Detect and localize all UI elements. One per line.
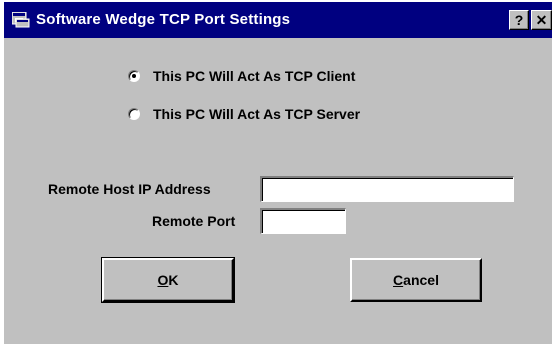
radio-label-server[interactable]: This PC Will Act As TCP Server <box>153 106 360 122</box>
radio-label-client[interactable]: This PC Will Act As TCP Client <box>153 68 355 84</box>
app-window-icon <box>11 11 30 28</box>
ok-label-rest: K <box>168 272 179 288</box>
cancel-label-rest: ancel <box>403 272 439 288</box>
help-icon[interactable]: ? <box>509 10 529 30</box>
radio-tcp-server[interactable]: This PC Will Act As TCP Server <box>128 104 360 124</box>
ok-button[interactable]: OK <box>101 257 235 303</box>
ok-mnemonic: O <box>157 272 169 288</box>
cancel-button[interactable]: Cancel <box>350 258 482 302</box>
remote-host-label: Remote Host IP Address <box>48 181 211 197</box>
title-bar: Software Wedge TCP Port Settings ? ✕ <box>4 2 552 38</box>
radio-tcp-client[interactable]: This PC Will Act As TCP Client <box>128 66 355 86</box>
radio-button-client[interactable] <box>128 70 140 82</box>
window-title: Software Wedge TCP Port Settings <box>36 11 291 28</box>
close-icon[interactable]: ✕ <box>531 10 552 30</box>
radio-button-server[interactable] <box>128 108 140 120</box>
remote-host-input[interactable] <box>260 176 514 202</box>
remote-port-label: Remote Port <box>152 213 236 229</box>
settings-dialog: Software Wedge TCP Port Settings ? ✕ Thi… <box>2 0 552 344</box>
remote-port-input[interactable] <box>260 208 346 234</box>
cancel-mnemonic: C <box>393 272 404 288</box>
